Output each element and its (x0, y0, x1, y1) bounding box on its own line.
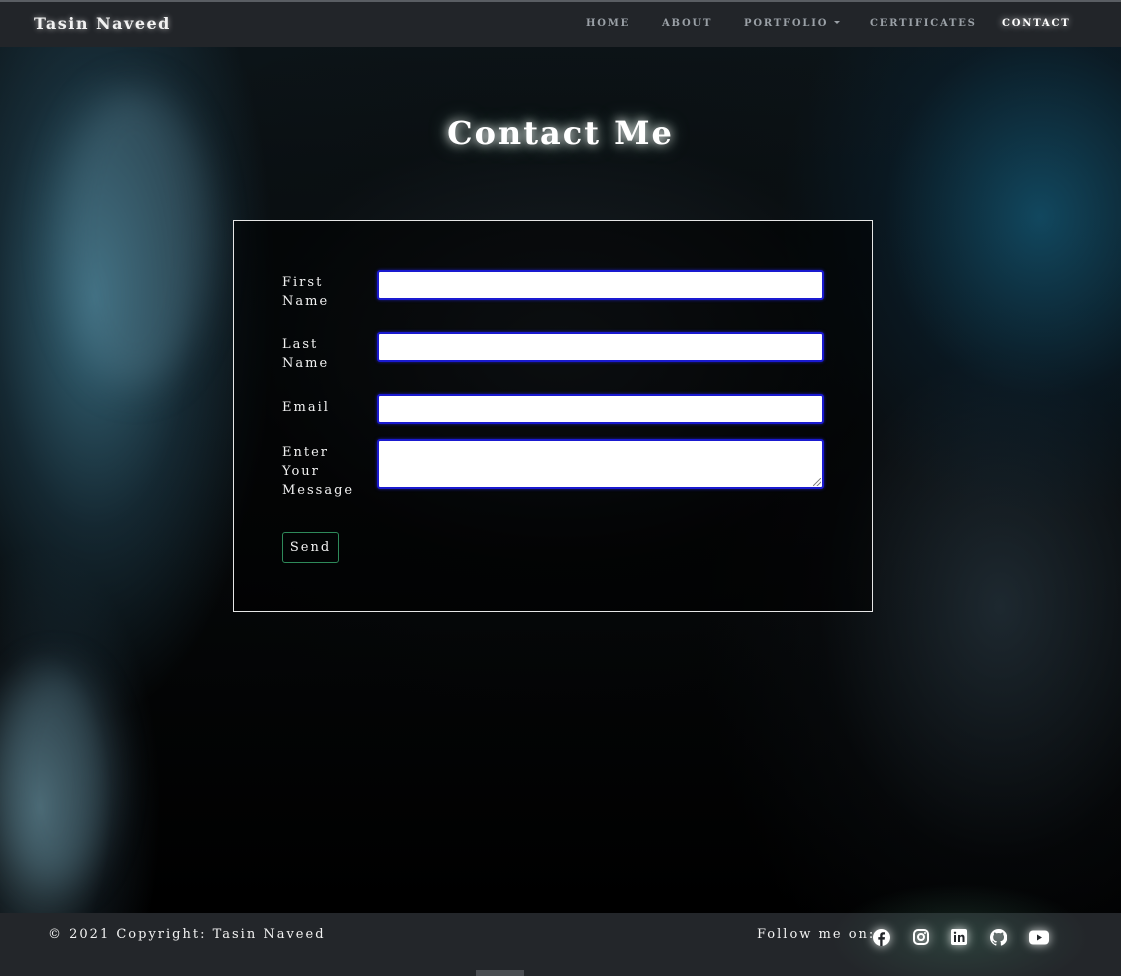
linkedin-icon[interactable] (950, 928, 968, 946)
nav-item-about[interactable]: ABOUT (662, 18, 712, 29)
email-label: Email (282, 400, 330, 415)
last-name-label: Last Name (282, 337, 330, 371)
page-title: Contact Me (447, 114, 674, 152)
send-button[interactable]: Send (282, 532, 339, 563)
facebook-icon[interactable] (872, 928, 890, 946)
resize-handle-icon[interactable] (813, 478, 821, 486)
email-input[interactable] (377, 394, 824, 424)
chevron-down-icon (834, 21, 841, 24)
scroll-indicator (476, 970, 524, 976)
follow-label: Follow me on: (757, 927, 876, 942)
github-icon[interactable] (989, 928, 1007, 946)
nav-item-contact[interactable]: CONTACT (1002, 18, 1070, 29)
nav-item-certificates[interactable]: CERTIFICATES (870, 18, 977, 29)
nav-item-home[interactable]: HOME (586, 18, 630, 29)
brand-logo[interactable]: Tasin Naveed (34, 14, 171, 33)
contact-form: First Name Last Name Email Enter Your Me… (233, 220, 873, 612)
copyright-text: © 2021 Copyright: Tasin Naveed (48, 927, 326, 942)
first-name-label: First Name (282, 275, 330, 309)
message-textarea[interactable] (377, 439, 824, 489)
message-label: Enter Your Message (282, 445, 355, 498)
footer: © 2021 Copyright: Tasin Naveed Follow me… (0, 883, 1121, 976)
instagram-icon[interactable] (912, 928, 930, 946)
navbar: Tasin Naveed HOME ABOUT PORTFOLIO CERTIF… (0, 0, 1121, 47)
background-fold (0, 667, 110, 887)
first-name-input[interactable] (377, 270, 824, 300)
last-name-input[interactable] (377, 332, 824, 362)
youtube-icon[interactable] (1029, 928, 1049, 946)
nav-item-portfolio[interactable]: PORTFOLIO (744, 18, 841, 29)
nav-item-portfolio-label: PORTFOLIO (744, 18, 829, 29)
